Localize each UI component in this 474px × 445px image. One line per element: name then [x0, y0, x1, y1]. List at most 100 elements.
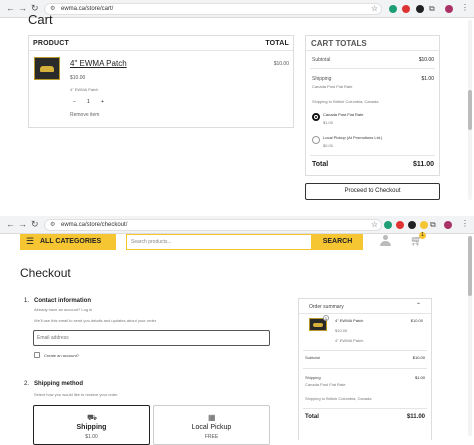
shipping-method-heading: Shipping method — [34, 381, 83, 387]
forward-arrow-icon[interactable]: → — [18, 219, 27, 229]
create-account-checkbox[interactable] — [34, 352, 40, 358]
proceed-to-checkout-button[interactable]: Proceed to Checkout — [305, 183, 440, 200]
order-summary-title[interactable]: Order summary — [309, 304, 344, 310]
shipping-option-price: $1.00 — [323, 120, 334, 125]
page-title: Cart — [28, 12, 53, 27]
shipping-label: Shipping — [305, 375, 321, 380]
back-arrow-icon[interactable]: ← — [6, 219, 15, 229]
remove-item-link[interactable]: Remove item — [70, 112, 99, 118]
all-categories-button[interactable]: ☰ ALL CATEGORIES — [20, 234, 116, 250]
profile-avatar-icon[interactable] — [444, 221, 452, 229]
column-header-product: PRODUCT — [33, 40, 70, 47]
total-label: Total — [312, 161, 329, 168]
eagle-emblem-icon — [40, 66, 54, 72]
create-account-label[interactable]: Create an account? — [44, 353, 79, 358]
extension-icon[interactable] — [402, 5, 410, 13]
shipping-option-price: $0.00 — [323, 143, 334, 148]
shipping-option-card[interactable]: ⛟ Shipping $1.00 — [33, 405, 150, 445]
eagle-emblem-icon — [313, 323, 323, 327]
scrollbar-thumb[interactable] — [468, 236, 472, 296]
extension-icon[interactable] — [420, 221, 428, 229]
shipping-label: Shipping — [312, 76, 332, 82]
address-bar[interactable]: ⚙ ewma.ca/store/cart/ — [44, 3, 382, 15]
extension-icon[interactable] — [416, 5, 424, 13]
shipping-option-radio[interactable] — [312, 136, 320, 144]
product-thumbnail[interactable] — [34, 57, 60, 80]
shipping-option-price: $1.00 — [85, 434, 98, 440]
shipping-value: $1.00 — [414, 375, 425, 380]
quantity-badge: 1 — [323, 315, 329, 321]
hamburger-menu-icon: ☰ — [26, 236, 35, 246]
cart-totals-title: CART TOTALS — [311, 39, 367, 48]
shipping-value: $1.00 — [421, 76, 434, 82]
scrollbar-track[interactable] — [468, 20, 472, 200]
step-number: 2. — [24, 381, 30, 387]
extension-icon[interactable] — [384, 221, 392, 229]
cart-table: PRODUCT TOTAL 4" EWMA Patch $10.00 4" EW… — [28, 35, 294, 128]
browser-toolbar: ← → ↻ ⚙ ewma.ca/store/cart/ ☆ ⧉ ⋮ — [0, 0, 474, 18]
summary-item-name: 4" EWMA Patch — [335, 318, 364, 323]
shipping-method: Canada Post Flat Rate — [305, 382, 346, 387]
truck-icon: ⛟ — [87, 413, 98, 422]
menu-dots-icon[interactable]: ⋮ — [461, 3, 469, 12]
shipping-option-label[interactable]: Local Pickup (At Promotions Ltd.) — [323, 135, 382, 140]
summary-item-unit-price: $10.00 — [335, 328, 348, 333]
cart-count-badge: 1 — [419, 232, 426, 239]
forward-arrow-icon[interactable]: → — [18, 3, 27, 13]
address-bar[interactable]: ⚙ ewma.ca/store/checkout/ — [44, 219, 382, 231]
summary-item-price: $10.00 — [410, 318, 423, 323]
browser-toolbar: ← → ↻ ⚙ ewma.ca/store/checkout/ ☆ ⧉ ⋮ — [0, 216, 474, 234]
menu-dots-icon[interactable]: ⋮ — [461, 219, 469, 228]
total-value: $11.00 — [412, 161, 434, 168]
product-detail: 4" EWMA Patch — [70, 87, 99, 92]
product-name-link[interactable]: 4" EWMA Patch — [70, 59, 127, 68]
scrollbar-track[interactable] — [468, 236, 472, 436]
login-prompt[interactable]: Already have an account? Log in — [34, 307, 92, 312]
shipping-option-label[interactable]: Canada Post Flat Rate — [323, 112, 363, 117]
shipping-destination: Shipping to British Columbia, Canada — [305, 396, 372, 401]
bookmark-star-icon[interactable]: ☆ — [371, 220, 378, 229]
back-arrow-icon[interactable]: ← — [6, 3, 15, 13]
subtotal-value: $10.00 — [418, 57, 434, 63]
profile-avatar-icon[interactable] — [445, 5, 453, 13]
subtotal-value: $10.00 — [412, 355, 425, 360]
local-pickup-label: Local Pickup — [191, 424, 232, 431]
order-summary-panel: Order summary ⌃ 1 4" EWMA Patch $10.00 4… — [298, 298, 432, 440]
local-pickup-option-card[interactable]: ▦ Local Pickup FREE — [153, 405, 270, 445]
search-bar[interactable]: Search products... — [126, 234, 312, 250]
reload-icon[interactable]: ↻ — [31, 219, 39, 230]
column-header-total: TOTAL — [265, 40, 289, 47]
scrollbar-thumb[interactable] — [468, 90, 472, 130]
extensions-puzzle-icon[interactable]: ⧉ — [429, 4, 435, 14]
checkout-title: Checkout — [20, 266, 71, 280]
extensions-puzzle-icon[interactable]: ⧉ — [430, 220, 436, 230]
quantity-value[interactable]: 1 — [87, 99, 90, 105]
total-value: $11.00 — [406, 414, 425, 420]
shipping-option-radio-selected[interactable] — [312, 113, 320, 121]
search-input[interactable]: Search products... — [131, 239, 172, 245]
plus-icon[interactable]: + — [101, 99, 104, 105]
site-info-icon[interactable]: ⚙ — [50, 220, 55, 231]
local-pickup-price: FREE — [204, 434, 219, 440]
subtotal-label: Subtotal — [312, 57, 331, 63]
url-text: ewma.ca/store/cart/ — [61, 6, 114, 12]
email-field[interactable] — [33, 330, 270, 346]
shipping-method: Canada Post Flat Rate — [312, 84, 353, 89]
chevron-up-icon[interactable]: ⌃ — [416, 302, 421, 309]
line-total: $10.00 — [273, 61, 289, 67]
search-button[interactable]: SEARCH — [312, 234, 363, 250]
cart-totals-panel: CART TOTALS Subtotal $10.00 Shipping $1.… — [305, 35, 440, 176]
extension-icon[interactable] — [396, 221, 404, 229]
url-text: ewma.ca/store/checkout/ — [61, 222, 128, 228]
contact-note: We'll use this email to send you details… — [34, 318, 157, 323]
product-price: $10.00 — [70, 75, 86, 81]
shipping-destination: Shipping to British Columbia, Canada — [312, 99, 379, 104]
shipping-option-label: Shipping — [76, 424, 107, 431]
extension-icon[interactable] — [389, 5, 397, 13]
account-user-icon[interactable] — [380, 235, 391, 246]
quantity-stepper[interactable]: − 1 + — [70, 97, 108, 107]
extension-icon[interactable] — [408, 221, 416, 229]
all-categories-label: ALL CATEGORIES — [40, 238, 102, 245]
minus-icon[interactable]: − — [73, 99, 76, 105]
bookmark-star-icon[interactable]: ☆ — [371, 4, 378, 13]
